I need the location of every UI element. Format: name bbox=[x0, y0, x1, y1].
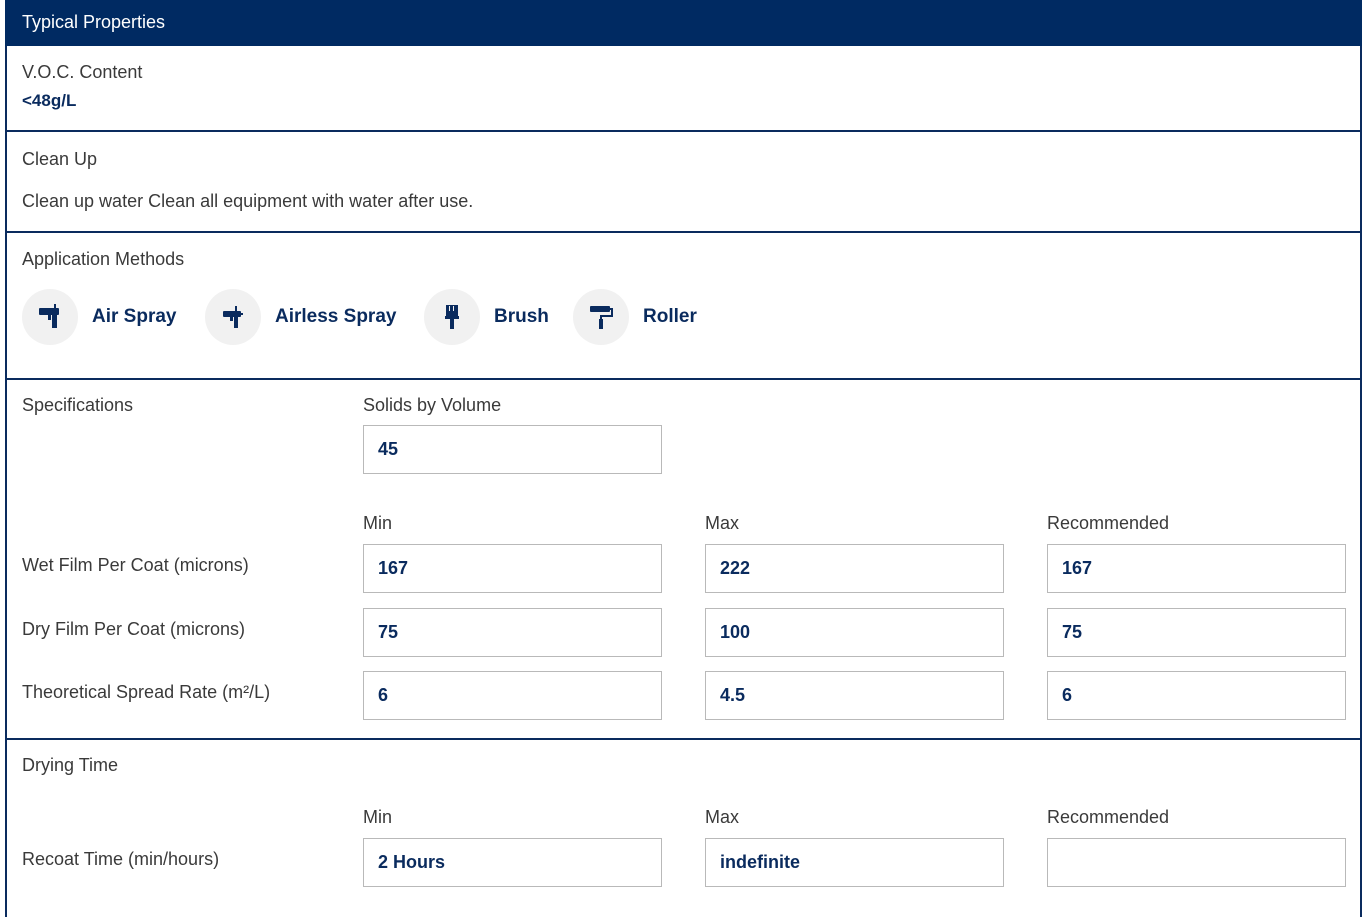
voc-value: <48g/L bbox=[22, 91, 77, 110]
method-air-spray: Air Spray bbox=[22, 289, 176, 345]
properties-panel bbox=[5, 0, 1362, 917]
cleanup-text: Clean up water Clean all equipment with … bbox=[22, 191, 474, 211]
wet-film-min-field[interactable] bbox=[363, 544, 662, 593]
column-recommended-label: Recommended bbox=[1047, 807, 1170, 827]
column-min-label: Min bbox=[363, 807, 393, 827]
dry-film-max-field[interactable] bbox=[705, 608, 1004, 657]
recoat-recommended-field[interactable] bbox=[1047, 838, 1346, 887]
wet-film-recommended-field[interactable] bbox=[1047, 544, 1346, 593]
air-spray-gun-icon bbox=[22, 289, 78, 345]
airless-spray-gun-icon bbox=[205, 289, 261, 345]
column-min-label: Min bbox=[363, 513, 393, 533]
recoat-max-field[interactable] bbox=[705, 838, 1004, 887]
section-header: Typical Properties bbox=[5, 0, 1362, 46]
column-max-label: Max bbox=[705, 513, 740, 533]
method-label: Airless Spray bbox=[275, 306, 397, 327]
wet-film-label: Wet Film Per Coat (microns) bbox=[22, 555, 249, 575]
method-roller: Roller bbox=[573, 289, 697, 345]
recoat-min-field[interactable] bbox=[363, 838, 662, 887]
spread-rate-min-field[interactable] bbox=[363, 671, 662, 720]
solids-label: Solids by Volume bbox=[363, 395, 502, 415]
column-max-label: Max bbox=[705, 807, 740, 827]
divider bbox=[5, 378, 1362, 380]
cleanup-label: Clean Up bbox=[22, 149, 98, 169]
method-brush: Brush bbox=[424, 289, 549, 345]
voc-label: V.O.C. Content bbox=[22, 62, 143, 82]
divider bbox=[5, 738, 1362, 740]
recoat-time-label: Recoat Time (min/hours) bbox=[22, 849, 220, 869]
dry-film-label: Dry Film Per Coat (microns) bbox=[22, 619, 246, 639]
spread-rate-label: Theoretical Spread Rate (m²/L) bbox=[22, 682, 271, 702]
header-title: Typical Properties bbox=[22, 12, 166, 32]
paint-roller-icon bbox=[573, 289, 629, 345]
method-label: Roller bbox=[643, 306, 697, 327]
column-recommended-label: Recommended bbox=[1047, 513, 1170, 533]
application-label: Application Methods bbox=[22, 249, 185, 269]
divider bbox=[5, 130, 1362, 132]
spread-rate-recommended-field[interactable] bbox=[1047, 671, 1346, 720]
method-label: Air Spray bbox=[92, 306, 177, 327]
divider bbox=[5, 231, 1362, 233]
method-label: Brush bbox=[494, 306, 549, 327]
wet-film-max-field[interactable] bbox=[705, 544, 1004, 593]
specifications-label: Specifications bbox=[22, 395, 134, 415]
drying-time-label: Drying Time bbox=[22, 755, 119, 775]
paint-brush-icon bbox=[424, 289, 480, 345]
dry-film-recommended-field[interactable] bbox=[1047, 608, 1346, 657]
solids-by-volume-field[interactable] bbox=[363, 425, 662, 474]
spread-rate-max-field[interactable] bbox=[705, 671, 1004, 720]
method-airless-spray: Airless Spray bbox=[205, 289, 396, 345]
dry-film-min-field[interactable] bbox=[363, 608, 662, 657]
